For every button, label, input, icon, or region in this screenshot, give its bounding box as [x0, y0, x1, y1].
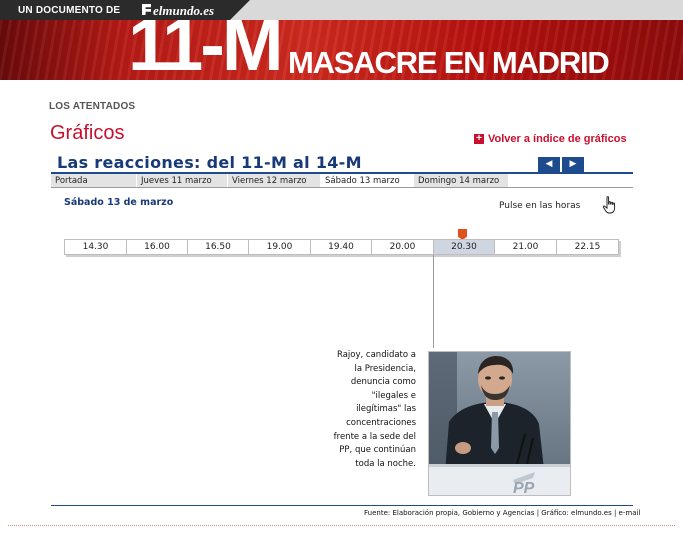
hours-hint: Pulse en las horas	[499, 201, 581, 211]
hour-button[interactable]: 16.50	[188, 240, 249, 254]
hero-banner: 11-M MASACRE EN MADRID	[0, 20, 683, 80]
back-to-index-label: Volver a índice de gráficos	[488, 133, 627, 145]
document-label: UN DOCUMENTO DE	[18, 5, 121, 16]
page-divider	[8, 525, 675, 526]
day-heading: Sábado 13 de marzo	[64, 197, 174, 208]
top-bar: UN DOCUMENTO DE elmundo.es	[0, 0, 683, 20]
page-title: Gráficos	[50, 122, 125, 144]
hour-button[interactable]: 14.30	[65, 240, 127, 254]
tab-domingo[interactable]: Domingo 14 marzo	[414, 174, 509, 188]
hour-button[interactable]: 16.00	[127, 240, 188, 254]
arrow-right-icon: ▶	[569, 159, 577, 169]
brand-logo[interactable]: elmundo.es	[153, 3, 214, 19]
tab-portada[interactable]: Portada	[51, 174, 137, 188]
footer-rule	[51, 505, 633, 506]
section-label: LOS ATENTADOS	[49, 101, 136, 112]
plus-square-icon: +	[474, 134, 484, 144]
hour-button-active[interactable]: 20.30	[434, 240, 495, 254]
previous-button[interactable]: ◀	[538, 157, 560, 172]
day-tabs: Portada Jueves 11 marzo Viernes 12 marzo…	[51, 174, 633, 188]
graphic-title: Las reacciones: del 11-M al 14-M	[57, 153, 362, 172]
hour-button[interactable]: 19.00	[249, 240, 311, 254]
photo-illustration: PP	[429, 352, 570, 496]
hour-button[interactable]: 21.00	[495, 240, 557, 254]
pointer-hand-icon	[602, 196, 616, 214]
connector-line	[433, 255, 434, 348]
hours-timeline: 14.30 16.00 16.50 19.00 19.40 20.00 20.3…	[64, 239, 619, 255]
tabs-divider	[51, 187, 633, 188]
tab-viernes[interactable]: Viernes 12 marzo	[228, 174, 321, 188]
banner-subtitle: MASACRE EN MADRID	[288, 45, 610, 80]
source-credit[interactable]: Fuente: Elaboración propia, Gobierno y A…	[364, 509, 640, 517]
photo-caption: Rajoy, candidato a la Presidencia, denun…	[333, 350, 416, 469]
banner-title: 11-M	[128, 20, 284, 80]
next-button[interactable]: ▶	[562, 157, 584, 172]
arrow-left-icon: ◀	[545, 159, 553, 169]
hour-button[interactable]: 22.15	[557, 240, 618, 254]
hour-button[interactable]: 19.40	[311, 240, 372, 254]
event-photo: PP	[428, 351, 571, 496]
back-to-index-link[interactable]: + Volver a índice de gráficos	[474, 133, 627, 145]
hour-button[interactable]: 20.00	[372, 240, 434, 254]
tab-jueves[interactable]: Jueves 11 marzo	[137, 174, 228, 188]
tab-sabado[interactable]: Sábado 13 marzo	[321, 174, 414, 188]
pp-logo: PP	[513, 480, 535, 496]
